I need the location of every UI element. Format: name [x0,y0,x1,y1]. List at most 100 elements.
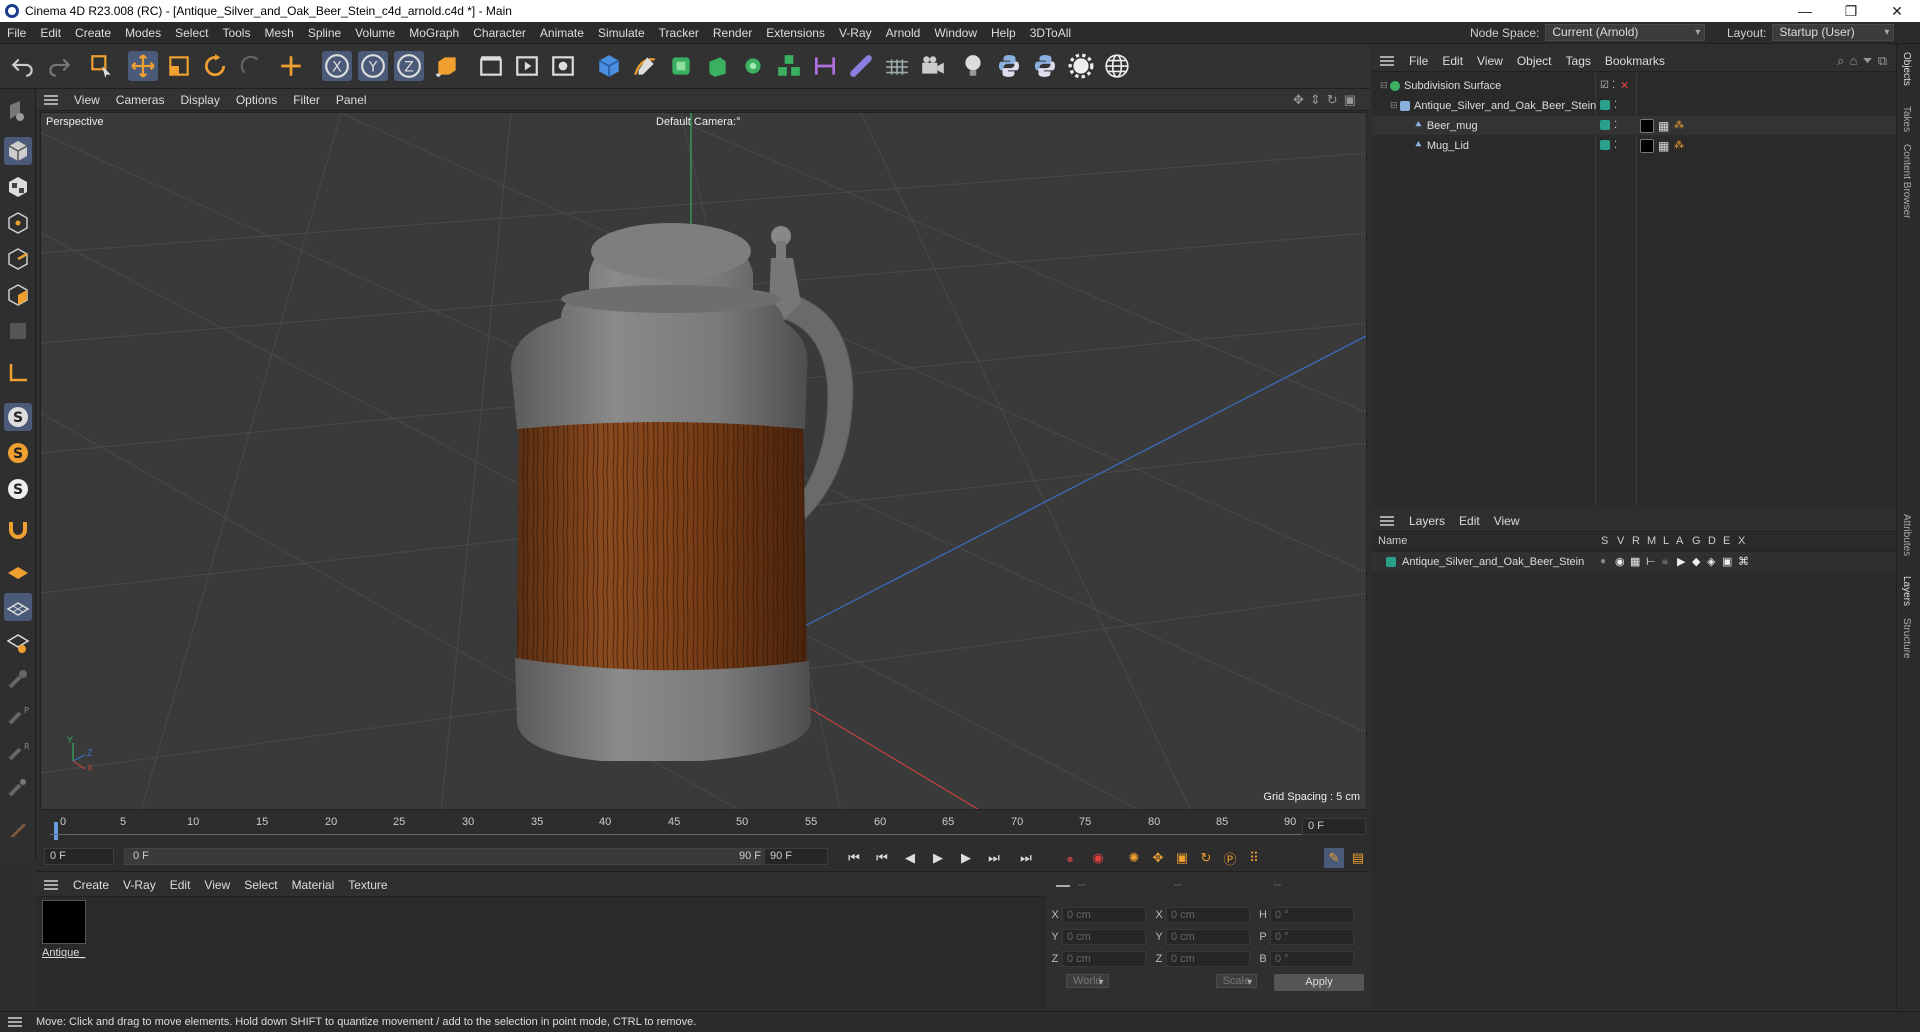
redo-button[interactable] [44,51,74,81]
viewport-pan-icon[interactable]: ✥ [1293,92,1310,107]
menu-extensions[interactable]: Extensions [759,26,832,40]
playhead[interactable] [54,822,58,840]
3d-viewport[interactable]: Perspective Default Camera:° Grid Spacin… [40,112,1367,810]
layer-eye-icon[interactable]: ◉ [1615,555,1625,568]
material-menu-vray[interactable]: V-Ray [116,878,163,892]
menu-render[interactable]: Render [706,26,759,40]
object-menu-file[interactable]: File [1402,54,1435,68]
key-rotation-button[interactable]: ↻ [1196,848,1216,868]
polygon-mode-button[interactable] [4,281,32,309]
visibility-dots-icon[interactable]: ⁚ [1614,100,1617,111]
close-button[interactable]: ✕ [1874,3,1920,20]
material-menu-texture[interactable]: Texture [341,878,394,892]
key-pla-button[interactable]: ⠿ [1244,848,1264,868]
render-settings-button[interactable] [548,51,578,81]
grid-button[interactable] [4,593,32,621]
autokey-button[interactable]: ◉ [1088,848,1108,868]
previous-frame-button[interactable]: ◀ [900,848,920,868]
menu-tools[interactable]: Tools [215,26,257,40]
viewport-menu-panel[interactable]: Panel [328,93,375,107]
key-scale-button[interactable]: ▣ [1172,848,1192,868]
move-tool-button[interactable] [128,51,158,81]
spline-pen-button[interactable] [630,51,660,81]
timeline-ruler[interactable]: 0 5 10 15 20 25 30 35 40 45 50 55 60 65 … [40,812,1370,842]
uvw-tag-icon[interactable]: ▦ [1658,119,1669,133]
magnet-button[interactable] [4,515,32,543]
floor-plane-button[interactable] [4,557,32,585]
texture-mode-button[interactable] [4,173,32,201]
layer-col-render[interactable]: R [1632,535,1640,547]
material-menu-material[interactable]: Material [285,878,342,892]
layer-menu-edit[interactable]: Edit [1452,514,1487,528]
current-frame-field[interactable]: 0 F [1302,818,1366,835]
material-menu-edit[interactable]: Edit [163,878,198,892]
viewport-toggle-icon[interactable]: ▣ [1344,92,1362,107]
render-view-button[interactable] [476,51,506,81]
visibility-dots-icon[interactable]: ⁚ [1614,140,1617,151]
material-tag[interactable] [1640,139,1654,153]
object-row-subdivision-surface[interactable]: ⊟ Subdivision Surface ☑ ⁚ ✕ [1372,76,1896,95]
layer-animation-icon[interactable]: ▶ [1677,555,1685,568]
tab-objects[interactable]: Objects [1901,52,1912,86]
layer-col-generators[interactable]: G [1692,535,1701,547]
menu-arnold[interactable]: Arnold [879,26,928,40]
phong-tag-icon[interactable]: ⁂ [1674,120,1684,131]
layer-lock-icon[interactable]: 🔒︎ [1662,555,1668,568]
menu-mesh[interactable]: Mesh [257,26,300,40]
position-z-field[interactable]: 0 cm [1062,951,1146,967]
object-menu-edit[interactable]: Edit [1435,54,1470,68]
floor-button[interactable] [882,51,912,81]
layer-menu-view[interactable]: View [1487,514,1527,528]
play-button[interactable]: ▶ [928,848,948,868]
layer-color-swatch[interactable] [1386,556,1396,567]
light-button[interactable] [958,51,988,81]
collapse-icon[interactable]: ⊟ [1380,80,1390,91]
uv-mode-button[interactable] [4,317,32,345]
object-menu-object[interactable]: Object [1510,54,1559,68]
key-position-button[interactable]: ✥ [1148,848,1168,868]
menu-create[interactable]: Create [68,26,118,40]
knife-button[interactable] [4,815,32,843]
timeline-window-button[interactable]: ✎ [1324,848,1344,868]
smooth-brush-button[interactable] [4,773,32,801]
python-script-button[interactable] [994,51,1024,81]
material-menu-view[interactable]: View [197,878,237,892]
disabled-x-icon[interactable]: ✕ [1620,79,1629,92]
live-selection-button[interactable] [86,51,116,81]
material-tag[interactable] [1640,119,1654,133]
transform-tool-button[interactable] [276,51,306,81]
viewport-zoom-icon[interactable]: ⇕ [1310,92,1327,107]
cloner-button[interactable] [738,51,768,81]
viewport-menu-options[interactable]: Options [228,93,285,107]
layer-col-deformers[interactable]: D [1708,535,1716,547]
menu-spline[interactable]: Spline [301,26,348,40]
object-new-window-icon[interactable]: ⧉ [1878,53,1892,68]
layer-render-icon[interactable]: ▦ [1630,555,1640,568]
layer-col-expressions[interactable]: E [1723,535,1730,547]
menu-modes[interactable]: Modes [118,26,168,40]
position-y-field[interactable]: 0 cm [1062,929,1146,945]
object-menu-tags[interactable]: Tags [1559,54,1598,68]
object-menu-icon[interactable] [1380,55,1394,66]
paint-brush-button[interactable]: P [4,701,32,729]
undo-button[interactable] [8,51,38,81]
menu-edit[interactable]: Edit [33,26,68,40]
model-mode-button[interactable] [4,137,32,165]
layer-deformer-icon[interactable]: ◈ [1707,555,1715,568]
point-mode-button[interactable] [4,209,32,237]
locked-workplane-button[interactable] [4,629,32,657]
material-name[interactable]: Antique_ [42,947,85,959]
rig-brush-button[interactable]: R [4,737,32,765]
frame-range-slider[interactable]: 0 F 90 F [124,848,784,865]
object-menu-bookmarks[interactable]: Bookmarks [1598,54,1672,68]
size-y-field[interactable]: 0 cm [1166,929,1250,945]
key-parameter-button[interactable]: Ⓟ [1220,848,1240,868]
layer-col-locked[interactable]: L [1663,535,1669,547]
dope-sheet-button[interactable]: ▤ [1348,848,1368,868]
end-frame-field[interactable]: 90 F [764,848,828,865]
node-space-dropdown[interactable]: Current (Arnold) [1545,24,1706,41]
z-axis-lock-button[interactable]: Z [394,51,424,81]
menu-animate[interactable]: Animate [533,26,591,40]
layer-row[interactable]: Antique_Silver_and_Oak_Beer_Stein ● ◉ ▦ … [1372,552,1896,571]
symmetry-button[interactable]: S [4,475,32,503]
